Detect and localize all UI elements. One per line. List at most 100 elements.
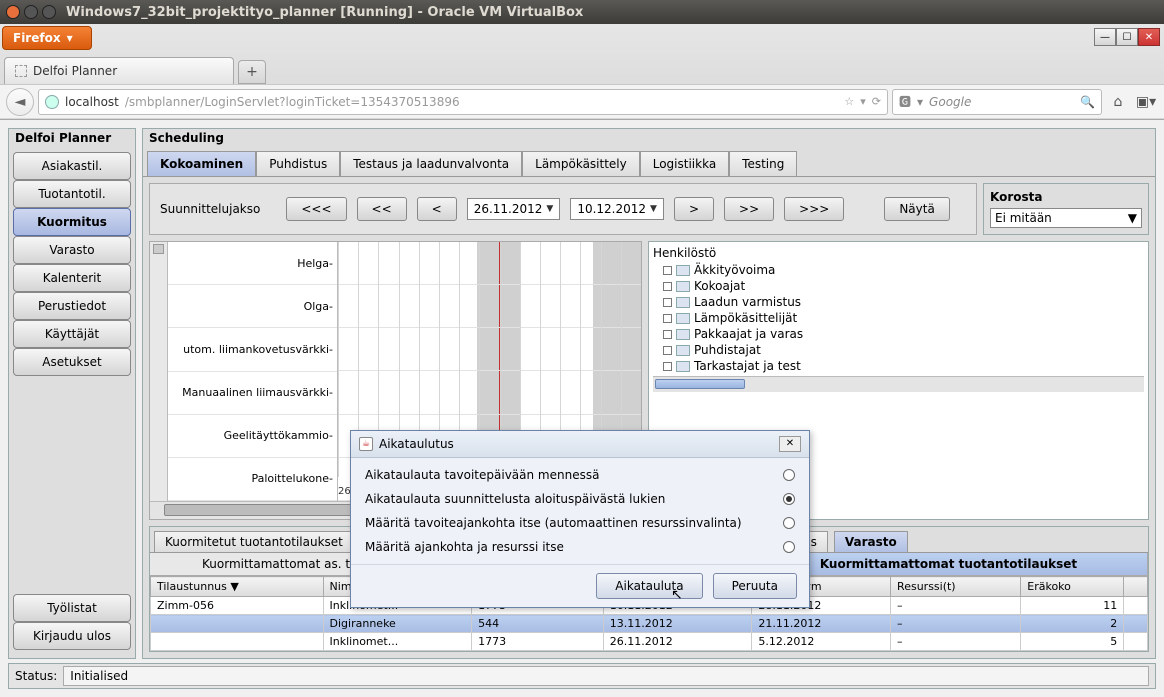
radio-icon[interactable]: [783, 469, 795, 481]
firefox-menu-button[interactable]: Firefox ▾: [2, 26, 92, 50]
os-close-icon[interactable]: [6, 5, 20, 19]
tree-toggle-icon[interactable]: [663, 314, 672, 323]
dialog-ok-button[interactable]: Aikatauluta: [596, 573, 702, 599]
sidebar-item-kalenterit[interactable]: Kalenterit: [13, 264, 131, 292]
dialog-option[interactable]: Määritä ajankohta ja resurssi itse: [365, 540, 795, 554]
schedule-dialog: ☕ Aikataulutus ✕ Aikataulauta tavoitepäi…: [350, 430, 810, 608]
table-row[interactable]: Inklinomet...177326.11.20125.12.2012–5: [151, 633, 1148, 651]
bookmarks-icon[interactable]: ▣▾: [1134, 90, 1158, 114]
search-icon[interactable]: 🔍: [1080, 95, 1095, 109]
sidebar: Delfoi Planner Asiakastil.Tuotantotil.Ku…: [8, 128, 136, 659]
page-icon: [15, 65, 27, 77]
sched-tab[interactable]: Logistiikka: [640, 151, 729, 176]
tree-toggle-icon[interactable]: [663, 266, 672, 275]
date-from-input[interactable]: 26.11.2012▼: [467, 198, 561, 220]
radio-icon[interactable]: [783, 541, 795, 553]
table-header[interactable]: Resurssi(t): [891, 577, 1021, 597]
scheduling-title: Scheduling: [143, 129, 1155, 147]
tree-toggle-icon[interactable]: [663, 330, 672, 339]
sched-tab[interactable]: Testaus ja laadunvalvonta: [340, 151, 522, 176]
nav-fwd2-button[interactable]: >>: [724, 197, 774, 221]
folder-icon: [676, 361, 690, 372]
tree-horizontal-scrollbar[interactable]: [653, 376, 1144, 392]
google-icon: 🅶: [899, 93, 911, 110]
radio-icon[interactable]: [783, 493, 795, 505]
search-box[interactable]: 🅶 ▾ Google 🔍: [892, 89, 1102, 115]
sidebar-footer-työlistat[interactable]: Työlistat: [13, 594, 131, 622]
bottom-tab[interactable]: Varasto: [834, 531, 908, 552]
bookmark-star-icon[interactable]: ☆: [844, 95, 854, 108]
table-header[interactable]: Eräkoko: [1021, 577, 1124, 597]
gantt-resource-label: Manuaalinen liimausvärkki-: [168, 372, 337, 415]
reload-icon[interactable]: ⟳: [872, 95, 881, 108]
tree-item[interactable]: Lämpökäsittelijät: [653, 310, 1144, 326]
os-minimize-icon[interactable]: [24, 5, 38, 19]
tree-item[interactable]: Tarkastajat ja test: [653, 358, 1144, 374]
folder-icon: [676, 329, 690, 340]
sidebar-item-varasto[interactable]: Varasto: [13, 236, 131, 264]
nav-back3-button[interactable]: <<<: [286, 197, 346, 221]
dialog-cancel-button[interactable]: Peruuta: [713, 573, 797, 599]
java-icon: ☕: [359, 437, 373, 451]
tree-item[interactable]: Pakkaajat ja varas: [653, 326, 1144, 342]
sched-tabs: KokoaminenPuhdistusTestaus ja laadunvalv…: [143, 147, 1155, 177]
sidebar-item-asiakastil.[interactable]: Asiakastil.: [13, 152, 131, 180]
url-bar[interactable]: localhost /smbplanner/LoginServlet?login…: [38, 89, 888, 115]
gantt-resource-label: Olga-: [168, 285, 337, 328]
nav-fwd1-button[interactable]: >: [674, 197, 714, 221]
tree-item[interactable]: Kokoajat: [653, 278, 1144, 294]
tree-root[interactable]: Henkilöstö: [653, 246, 1144, 260]
korosta-group: Korosta Ei mitään▼: [983, 183, 1149, 235]
korosta-select[interactable]: Ei mitään▼: [990, 208, 1142, 228]
date-to-input[interactable]: 10.12.2012▼: [570, 198, 664, 220]
tree-item[interactable]: Puhdistajat: [653, 342, 1144, 358]
sidebar-footer-kirjaudu ulos[interactable]: Kirjaudu ulos: [13, 622, 131, 650]
window-maximize-button[interactable]: ☐: [1116, 28, 1138, 46]
radio-icon[interactable]: [783, 517, 795, 529]
bottom-tab[interactable]: Kuormitetut tuotantotilaukset: [154, 531, 354, 552]
sidebar-title: Delfoi Planner: [15, 131, 131, 145]
sched-tab[interactable]: Puhdistus: [256, 151, 340, 176]
nav-fwd3-button[interactable]: >>>: [784, 197, 844, 221]
tree-toggle-icon[interactable]: [663, 282, 672, 291]
browser-tab[interactable]: Delfoi Planner: [4, 57, 234, 84]
gantt-resource-label: utom. liimankovetusvärkki-: [168, 328, 337, 371]
tree-toggle-icon[interactable]: [663, 298, 672, 307]
os-title: Windows7_32bit_projektityo_planner [Runn…: [66, 5, 583, 20]
gantt-resource-label: Geelitäyttökammio-: [168, 415, 337, 458]
nav-back1-button[interactable]: <: [417, 197, 457, 221]
tree-toggle-icon[interactable]: [663, 362, 672, 371]
window-close-button[interactable]: ✕: [1138, 28, 1160, 46]
browser-tab-title: Delfoi Planner: [33, 64, 117, 78]
dialog-option[interactable]: Aikataulauta suunnittelusta aloituspäivä…: [365, 492, 795, 506]
sidebar-item-asetukset[interactable]: Asetukset: [13, 348, 131, 376]
nav-back2-button[interactable]: <<: [357, 197, 407, 221]
sidebar-item-kuormitus[interactable]: Kuormitus: [13, 208, 131, 236]
gantt-vertical-scrollbar[interactable]: [150, 242, 168, 501]
dialog-option[interactable]: Määritä tavoiteajankohta itse (automaatt…: [365, 516, 795, 530]
sched-tab[interactable]: Testing: [729, 151, 797, 176]
sidebar-item-tuotantotil.[interactable]: Tuotantotil.: [13, 180, 131, 208]
table-row[interactable]: Digiranneke54413.11.201221.11.2012–2: [151, 615, 1148, 633]
sidebar-item-käyttäjät[interactable]: Käyttäjät: [13, 320, 131, 348]
dialog-title: Aikataulutus: [379, 437, 454, 451]
window-minimize-button[interactable]: —: [1094, 28, 1116, 46]
show-button[interactable]: Näytä: [884, 197, 950, 221]
back-button[interactable]: ◄: [6, 88, 34, 116]
tree-item[interactable]: Laadun varmistus: [653, 294, 1144, 310]
os-maximize-icon[interactable]: [42, 5, 56, 19]
tree-item[interactable]: Äkkityövoima: [653, 262, 1144, 278]
url-path: /smbplanner/LoginServlet?loginTicket=135…: [125, 95, 460, 109]
dialog-titlebar[interactable]: ☕ Aikataulutus ✕: [351, 431, 809, 458]
sched-tab[interactable]: Kokoaminen: [147, 151, 256, 176]
sched-tab[interactable]: Lämpökäsittely: [522, 151, 640, 176]
folder-icon: [676, 345, 690, 356]
firefox-menu-label: Firefox: [13, 31, 61, 45]
new-tab-button[interactable]: +: [238, 60, 266, 84]
home-icon[interactable]: ⌂: [1106, 90, 1130, 114]
tree-toggle-icon[interactable]: [663, 346, 672, 355]
table-header[interactable]: Tilaustunnus ▼: [151, 577, 324, 597]
dialog-close-button[interactable]: ✕: [779, 436, 801, 452]
sidebar-item-perustiedot[interactable]: Perustiedot: [13, 292, 131, 320]
dialog-option[interactable]: Aikataulauta tavoitepäivään mennessä: [365, 468, 795, 482]
